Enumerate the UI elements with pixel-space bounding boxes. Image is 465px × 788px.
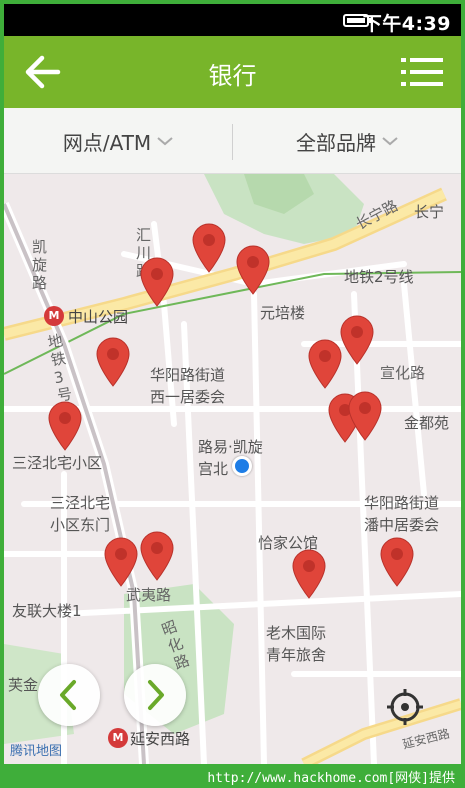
map-provider-logo: 腾讯地图 bbox=[10, 744, 63, 759]
crosshair-icon bbox=[387, 689, 423, 725]
bank-pin-icon[interactable] bbox=[102, 536, 140, 588]
current-location-dot bbox=[232, 456, 252, 476]
bank-pin-icon[interactable] bbox=[290, 548, 328, 600]
chevron-down-icon bbox=[157, 137, 173, 146]
bank-pin-icon[interactable] bbox=[234, 244, 272, 296]
poi-label-huayang-1: 华阳路街道 bbox=[150, 366, 226, 384]
bank-pin-icon[interactable] bbox=[346, 390, 384, 442]
poi-label-sanjing-east-1: 三泾北宅 bbox=[50, 494, 111, 512]
previous-button[interactable] bbox=[38, 664, 100, 726]
page-title: 银行 bbox=[208, 62, 257, 90]
branch-type-label: 网点/ATM bbox=[62, 130, 152, 155]
poi-label-huayang-2: 西一居委会 bbox=[150, 388, 226, 406]
watermark-footer: http://www.hackhome.com[网侠]提供 bbox=[0, 764, 465, 788]
road-label-xuanhua: 宣化路 bbox=[380, 364, 426, 382]
filter-bar: 网点/ATM 全部品牌 bbox=[4, 108, 461, 174]
metro-line-2-label: 地铁2号线 bbox=[344, 268, 414, 286]
metro-station-icon: M bbox=[108, 728, 128, 748]
poi-label-sanjing-east-2: 小区东门 bbox=[50, 516, 111, 534]
poi-label-laomu-2: 青年旅舍 bbox=[266, 646, 327, 664]
poi-label-huayang-panzhong-1: 华阳路街道 bbox=[364, 494, 440, 512]
device-frame: 下午4:39 银行 网点/ATM 全部品牌 长宁路 长宁 地铁2号线 汇川 凯旋… bbox=[0, 0, 465, 788]
metro-station-icon: M bbox=[44, 306, 64, 326]
status-bar: 下午4:39 bbox=[4, 4, 461, 36]
poi-label-luyi-1: 路易·凯旋 bbox=[198, 438, 263, 456]
bank-pin-icon[interactable] bbox=[46, 400, 84, 452]
poi-label-huayang-panzhong-2: 潘中居委会 bbox=[364, 516, 440, 534]
bank-pin-icon[interactable] bbox=[94, 336, 132, 388]
bank-pin-icon[interactable] bbox=[190, 222, 228, 274]
station-label-yanan-west: 延安西路 bbox=[130, 730, 191, 748]
road-label-kaixuan: 凯旋路 bbox=[32, 238, 48, 292]
place-label-changning: 长宁 bbox=[414, 203, 445, 221]
poi-label-laomu-1: 老木国际 bbox=[266, 624, 327, 642]
chevron-left-icon bbox=[60, 680, 76, 710]
bank-pin-icon[interactable] bbox=[306, 338, 344, 390]
bank-pin-icon[interactable] bbox=[378, 536, 416, 588]
phone-screen: 下午4:39 银行 网点/ATM 全部品牌 长宁路 长宁 地铁2号线 汇川 凯旋… bbox=[4, 4, 461, 764]
footer-credit: http://www.hackhome.com[网侠]提供 bbox=[207, 771, 455, 786]
menu-button[interactable] bbox=[401, 56, 443, 88]
poi-label-luyi-2: 宫北 bbox=[198, 460, 229, 478]
brand-label: 全部品牌 bbox=[296, 130, 376, 155]
branch-type-dropdown[interactable]: 网点/ATM bbox=[4, 108, 232, 174]
list-menu-icon bbox=[401, 58, 443, 86]
bank-pin-icon[interactable] bbox=[138, 530, 176, 582]
poi-label-youlian: 友联大楼1 bbox=[12, 602, 82, 620]
poi-label-meijin: 芙金 bbox=[8, 676, 39, 694]
locate-me-button[interactable] bbox=[386, 688, 424, 726]
app-bar: 银行 bbox=[4, 36, 461, 108]
chevron-down-icon bbox=[382, 137, 398, 146]
chevron-right-icon bbox=[148, 680, 164, 710]
bank-pin-icon[interactable] bbox=[138, 256, 176, 308]
status-time: 下午4:39 bbox=[362, 13, 451, 35]
map-view[interactable]: 长宁路 长宁 地铁2号线 汇川路 凯旋路 地铁3号线 M 中山公园 元培楼 华阳… bbox=[4, 174, 461, 764]
poi-label-sanjing-xiaoqu: 三泾北宅小区 bbox=[12, 454, 103, 472]
station-label-zhongshan-park: 中山公园 bbox=[68, 308, 129, 326]
poi-label-jindu: 金都苑 bbox=[404, 414, 450, 432]
brand-dropdown[interactable]: 全部品牌 bbox=[233, 108, 461, 174]
poi-label-yuanpei: 元培楼 bbox=[260, 304, 306, 322]
next-button[interactable] bbox=[124, 664, 186, 726]
